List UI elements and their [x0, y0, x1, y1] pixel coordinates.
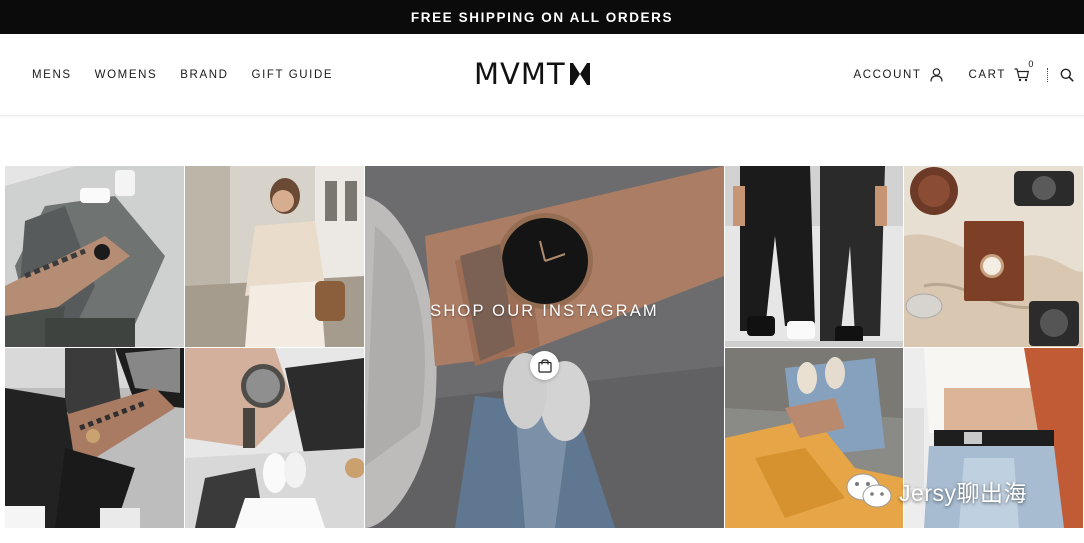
- cart-count-badge: 0: [1028, 59, 1035, 69]
- main-nav: MENS WOMENS BRAND GIFT GUIDE: [32, 34, 333, 116]
- nav-brand[interactable]: BRAND: [180, 69, 228, 81]
- brand-logo[interactable]: MVMT: [474, 59, 590, 89]
- watermark-text: Jersy聊出海: [899, 480, 1027, 506]
- utility-nav: ACCOUNT CART 0: [853, 34, 1074, 116]
- search-icon[interactable]: [1060, 68, 1074, 82]
- shop-instagram-label[interactable]: SHOP OUR INSTAGRAM: [365, 302, 724, 321]
- shopping-bag-icon: [537, 358, 552, 373]
- shop-button[interactable]: [530, 351, 559, 380]
- promo-text: FREE SHIPPING ON ALL ORDERS: [410, 9, 674, 25]
- nav-divider: [1047, 68, 1048, 82]
- logo-bowtie-icon: [569, 63, 590, 85]
- wechat-icon: [845, 472, 893, 510]
- account-label: ACCOUNT: [853, 69, 922, 81]
- instagram-photo[interactable]: [904, 166, 1083, 347]
- instagram-photo[interactable]: [5, 348, 184, 528]
- promo-banner: FREE SHIPPING ON ALL ORDERS: [0, 0, 1084, 34]
- nav-gift-guide[interactable]: GIFT GUIDE: [252, 69, 334, 81]
- person-icon: [929, 68, 943, 82]
- nav-womens[interactable]: WOMENS: [95, 69, 158, 81]
- cart-label: CART: [968, 69, 1006, 81]
- instagram-photo[interactable]: [725, 166, 903, 347]
- instagram-photo[interactable]: [5, 166, 184, 347]
- instagram-feature-tile[interactable]: SHOP OUR INSTAGRAM: [365, 166, 724, 528]
- account-link[interactable]: ACCOUNT: [853, 68, 943, 82]
- cart-link[interactable]: CART 0: [968, 59, 1033, 82]
- cart-icon: [1014, 68, 1029, 82]
- logo-wordmark: MVMT: [474, 57, 566, 91]
- site-header: MENS WOMENS BRAND GIFT GUIDE MVMT ACCOUN…: [0, 34, 1084, 116]
- instagram-photo[interactable]: [185, 348, 364, 528]
- instagram-photo[interactable]: [185, 166, 364, 347]
- nav-mens[interactable]: MENS: [32, 69, 72, 81]
- wechat-watermark: Jersy聊出海: [845, 472, 1027, 510]
